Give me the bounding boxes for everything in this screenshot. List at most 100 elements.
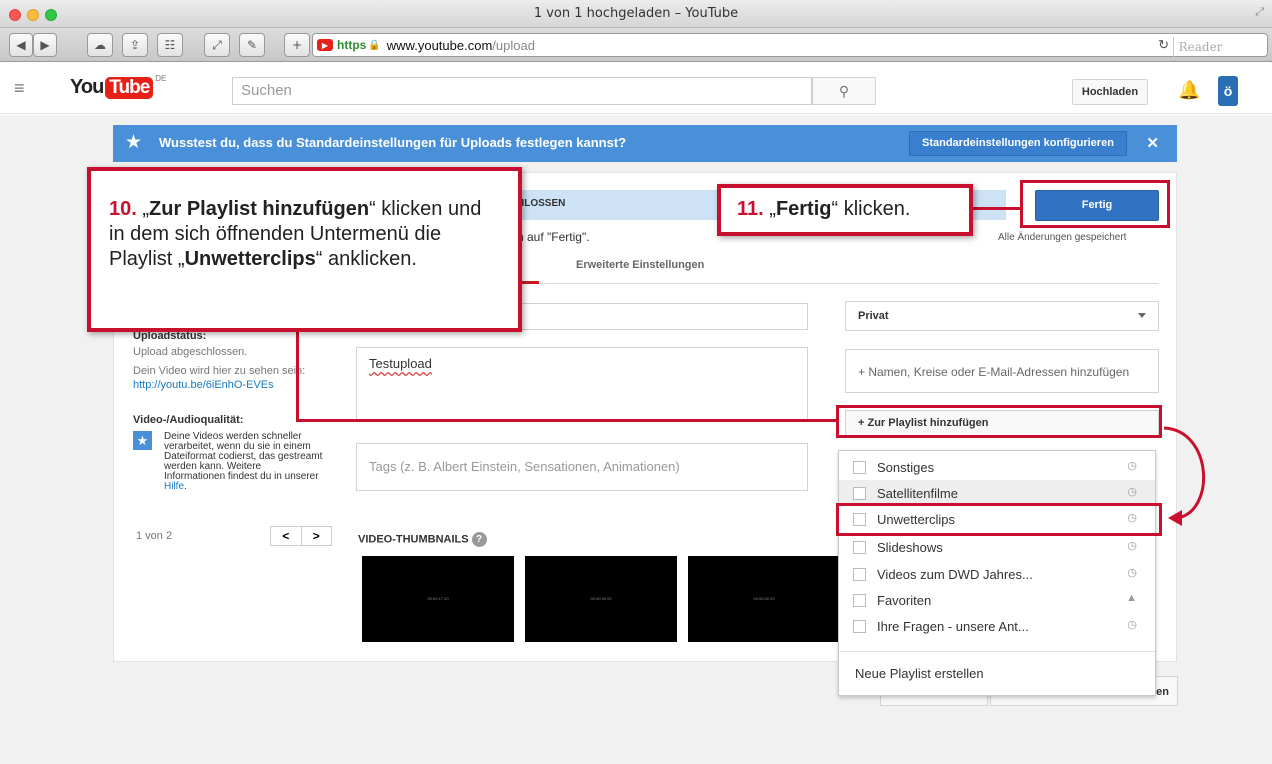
new-playlist-button[interactable]: Neue Playlist erstellen — [855, 666, 984, 681]
highlight-add-playlist — [836, 405, 1162, 438]
quality-info: Deine Videos werden schneller verarbeite… — [164, 431, 323, 492]
globe-icon: ◷ — [1127, 460, 1137, 472]
description-value: Testupload — [369, 356, 432, 371]
privacy-select[interactable]: Privat — [845, 301, 1159, 331]
logo-region: DE — [155, 74, 167, 83]
playlist-label: Favoriten — [877, 593, 932, 608]
playlist-label: Sonstiges — [877, 460, 935, 475]
star-icon: ★ — [125, 132, 143, 153]
forward-button[interactable]: ▶ — [33, 33, 57, 57]
video-location-label: Dein Video wird hier zu sehen sein: — [133, 365, 306, 377]
icloud-tabs-icon[interactable]: ☁ — [87, 33, 113, 57]
fullscreen-icon[interactable]: ⤢ — [1255, 6, 1264, 19]
playlist-label: Satellitenfilme — [877, 486, 958, 501]
connector-line — [296, 330, 299, 422]
connector-line — [972, 207, 1020, 210]
quote-close: “ — [369, 198, 376, 220]
pager-prev-button[interactable]: < — [271, 527, 302, 545]
callout-step-10: 10. „Zur Playlist hinzufügen“ klicken un… — [87, 167, 522, 332]
expand-icon[interactable]: ⤢ — [204, 33, 230, 57]
playlist-item[interactable]: Slideshows ◷ — [839, 534, 1155, 560]
checkbox[interactable] — [853, 541, 866, 554]
window-titlebar: 1 von 1 hochgeladen – YouTube ⤢ — [0, 0, 1272, 28]
pager-count: 1 von 2 — [136, 530, 173, 542]
playlist-item[interactable]: Sonstiges ◷ — [839, 454, 1155, 480]
step-end: “ anklicken. — [315, 248, 417, 270]
checkbox[interactable] — [853, 487, 866, 500]
privacy-value: Privat — [858, 310, 889, 322]
highlight-finish — [1020, 180, 1170, 228]
saved-status: Alle Änderungen gespeichert — [998, 232, 1127, 243]
thumbnail-time: 00:00:17.20 — [427, 596, 449, 601]
lock-icon: 🔒 — [368, 39, 381, 51]
checkbox[interactable] — [853, 620, 866, 633]
new-tab-button[interactable]: + — [284, 33, 310, 57]
video-link[interactable]: http://youtu.be/6iEnhO-EVEs — [133, 379, 274, 391]
tools-icon[interactable]: ✎ — [239, 33, 265, 57]
search-input[interactable]: Suchen — [232, 77, 812, 105]
search-button[interactable]: ⚲ — [812, 77, 876, 105]
bell-icon[interactable]: 🔔 — [1178, 80, 1200, 101]
globe-icon: ◷ — [1127, 567, 1137, 579]
playlist-item[interactable]: Videos zum DWD Jahres... ◷ — [839, 561, 1155, 587]
checkbox[interactable] — [853, 568, 866, 581]
curved-arrow-icon — [1163, 426, 1206, 526]
connector-line — [296, 419, 837, 422]
playlist-label: Ihre Fragen - unsere Ant... — [877, 619, 1029, 634]
address-bar[interactable]: ▶ https 🔒 www.youtube.com /upload ↻ Read… — [312, 33, 1268, 59]
step-end: “ klicken. — [831, 198, 911, 220]
bookmarks-icon[interactable]: ☷ — [157, 33, 183, 57]
step-number: 10. — [109, 198, 137, 220]
playlist-item[interactable]: Ihre Fragen - unsere Ant... ◷ — [839, 613, 1155, 639]
pager: < > — [270, 526, 332, 546]
youtube-header: ≡ You Tube DE Suchen ⚲ Hochladen 🔔 ö — [0, 62, 1272, 114]
url-host: www.youtube.com — [386, 37, 493, 53]
tags-input[interactable]: Tags (z. B. Albert Einstein, Sensationen… — [356, 443, 808, 491]
back-button[interactable]: ◀ — [9, 33, 33, 57]
logo-you: You — [70, 76, 104, 98]
thumbnail-3[interactable]: 00:00:52.20 — [688, 556, 840, 642]
hint-text: n auf "Fertig". — [517, 230, 590, 244]
thumbnail-2[interactable]: 00:00:35.00 — [525, 556, 677, 642]
step-bold-2: Unwetterclips — [184, 248, 316, 270]
description-input[interactable]: Testupload — [356, 347, 808, 422]
thumbnail-time: 00:00:35.00 — [590, 596, 612, 601]
configure-defaults-button[interactable]: Standardeinstellungen konfigurieren — [909, 131, 1127, 156]
upload-button[interactable]: Hochladen — [1072, 79, 1148, 105]
url-scheme: https — [337, 38, 367, 52]
thumbnail-time: 00:00:52.20 — [753, 596, 775, 601]
quote-open: „ — [177, 248, 185, 270]
checkbox[interactable] — [853, 461, 866, 474]
avatar[interactable]: ö — [1218, 76, 1238, 106]
chevron-down-icon — [1138, 313, 1146, 318]
checkbox[interactable] — [853, 594, 866, 607]
thumbnails-label: VIDEO-THUMBNAILS? — [358, 532, 487, 547]
share-icon[interactable]: ⇪ — [122, 33, 148, 57]
reload-icon[interactable]: ↻ — [1158, 37, 1169, 53]
step-number: 11. — [737, 198, 764, 220]
quality-label: Video-/Audioqualität: — [133, 414, 244, 426]
share-input[interactable]: + Namen, Kreise oder E-Mail-Adressen hin… — [845, 349, 1159, 393]
dropdown-divider — [839, 651, 1155, 652]
playlist-item[interactable]: Favoriten ▲ — [839, 587, 1155, 613]
globe-icon: ◷ — [1127, 486, 1137, 498]
help-link[interactable]: Hilfe — [164, 481, 184, 492]
youtube-logo[interactable]: You Tube DE — [70, 74, 167, 99]
browser-toolbar: ◀ ▶ ☁ ⇪ ☷ ⤢ ✎ + ▶ https 🔒 www.youtube.co… — [0, 28, 1272, 62]
close-icon[interactable]: ✕ — [1146, 134, 1159, 152]
thumbnails-label-text: VIDEO-THUMBNAILS — [358, 533, 469, 546]
globe-icon: ◷ — [1127, 619, 1137, 631]
thumbnail-1[interactable]: 00:00:17.20 — [362, 556, 514, 642]
banner-text: Wusstest du, dass du Standardeinstellung… — [159, 135, 627, 150]
step-bold-1: Zur Playlist hinzufügen — [149, 198, 370, 220]
pager-next-button[interactable]: > — [302, 527, 332, 545]
reader-button[interactable]: Reader — [1173, 37, 1227, 59]
tab-advanced-settings[interactable]: Erweiterte Einstellungen — [576, 259, 704, 271]
help-icon[interactable]: ? — [471, 532, 487, 547]
menu-icon[interactable]: ≡ — [14, 78, 25, 99]
star-icon: ★ — [133, 431, 152, 450]
playlist-dropdown: Sonstiges ◷ Satellitenfilme ◷ Unwettercl… — [838, 450, 1156, 696]
upload-status-value: Upload abgeschlossen. — [133, 346, 248, 358]
info-banner: ★ Wusstest du, dass du Standardeinstellu… — [113, 125, 1177, 162]
quality-text: Deine Videos werden schneller verarbeite… — [164, 431, 323, 482]
